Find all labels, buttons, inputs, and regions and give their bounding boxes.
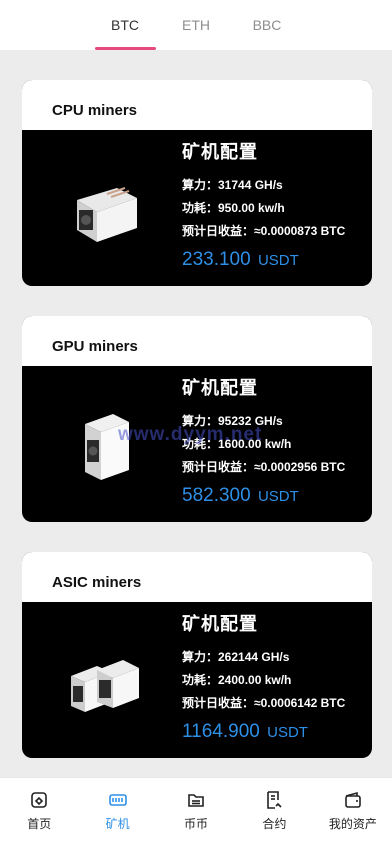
price-unit: USDT [257, 488, 299, 505]
miner-card-asic[interactable]: ASIC miners 矿机配置 算力：262144 GH/s 功耗：2400.… [22, 552, 372, 758]
price: 1164.900 USDT [182, 721, 308, 742]
tab-eth[interactable]: ETH [161, 0, 232, 50]
miner-title: GPU miners [22, 316, 372, 366]
miner-icon [108, 793, 127, 806]
contract-icon [267, 790, 282, 809]
config-heading: 矿机配置 [182, 614, 258, 634]
price: 233.100 USDT [182, 249, 299, 270]
nav-home[interactable]: 首页 [0, 778, 78, 843]
coin-tabs: BTC ETH BBC [0, 0, 392, 50]
wallet-folder-icon [188, 793, 204, 807]
price-unit: USDT [267, 724, 308, 741]
power: 功耗：950.00 kw/h [182, 201, 285, 215]
price-unit: USDT [257, 252, 299, 269]
miner-image [85, 414, 129, 480]
hashrate: 算力：31744 GH/s [182, 178, 283, 192]
config-heading: 矿机配置 [182, 142, 258, 162]
daily-income: 预计日收益：≈0.0002956 BTC [182, 460, 346, 474]
power: 功耗：1600.00 kw/h [182, 437, 292, 451]
nav-contract[interactable]: 合约 [235, 778, 313, 843]
daily-income: 预计日收益：≈0.0000873 BTC [182, 224, 346, 238]
hashrate: 算力：262144 GH/s [182, 650, 290, 664]
miner-card-cpu[interactable]: CPU miners 矿机配置 算力：31744 GH/s 功耗：950.00 … [22, 80, 372, 286]
miner-image [71, 660, 139, 712]
price: 582.300 USDT [182, 485, 299, 506]
hashrate: 算力：95232 GH/s [182, 414, 283, 428]
tab-bbc[interactable]: BBC [232, 0, 303, 50]
home-icon [31, 791, 48, 808]
daily-income: 预计日收益：≈0.0006142 BTC [182, 696, 346, 710]
bottom-nav: 首页 矿机 币币 合约 我的资产 [0, 777, 392, 843]
nav-exchange[interactable]: 币币 [157, 778, 235, 843]
power: 功耗：2400.00 kw/h [182, 673, 292, 687]
config-heading: 矿机配置 [182, 378, 258, 398]
nav-miner[interactable]: 矿机 [78, 778, 156, 843]
miner-card-gpu[interactable]: GPU miners 矿机配置 算力：95232 GH/s 功耗：1600.00… [22, 316, 372, 522]
tab-btc[interactable]: BTC [90, 0, 161, 50]
miner-image [77, 187, 137, 242]
nav-label: 首页 [27, 816, 52, 831]
miner-title: CPU miners [22, 80, 372, 130]
miner-title: ASIC miners [22, 552, 372, 602]
nav-label: 矿机 [105, 816, 130, 831]
nav-assets[interactable]: 我的资产 [314, 778, 392, 843]
nav-label: 合约 [262, 816, 287, 831]
nav-label: 币币 [184, 816, 209, 831]
miner-list: CPU miners 矿机配置 算力：31744 GH/s 功耗：950.00 … [22, 80, 372, 788]
wallet-icon [345, 791, 361, 808]
nav-label: 我的资产 [328, 816, 377, 831]
